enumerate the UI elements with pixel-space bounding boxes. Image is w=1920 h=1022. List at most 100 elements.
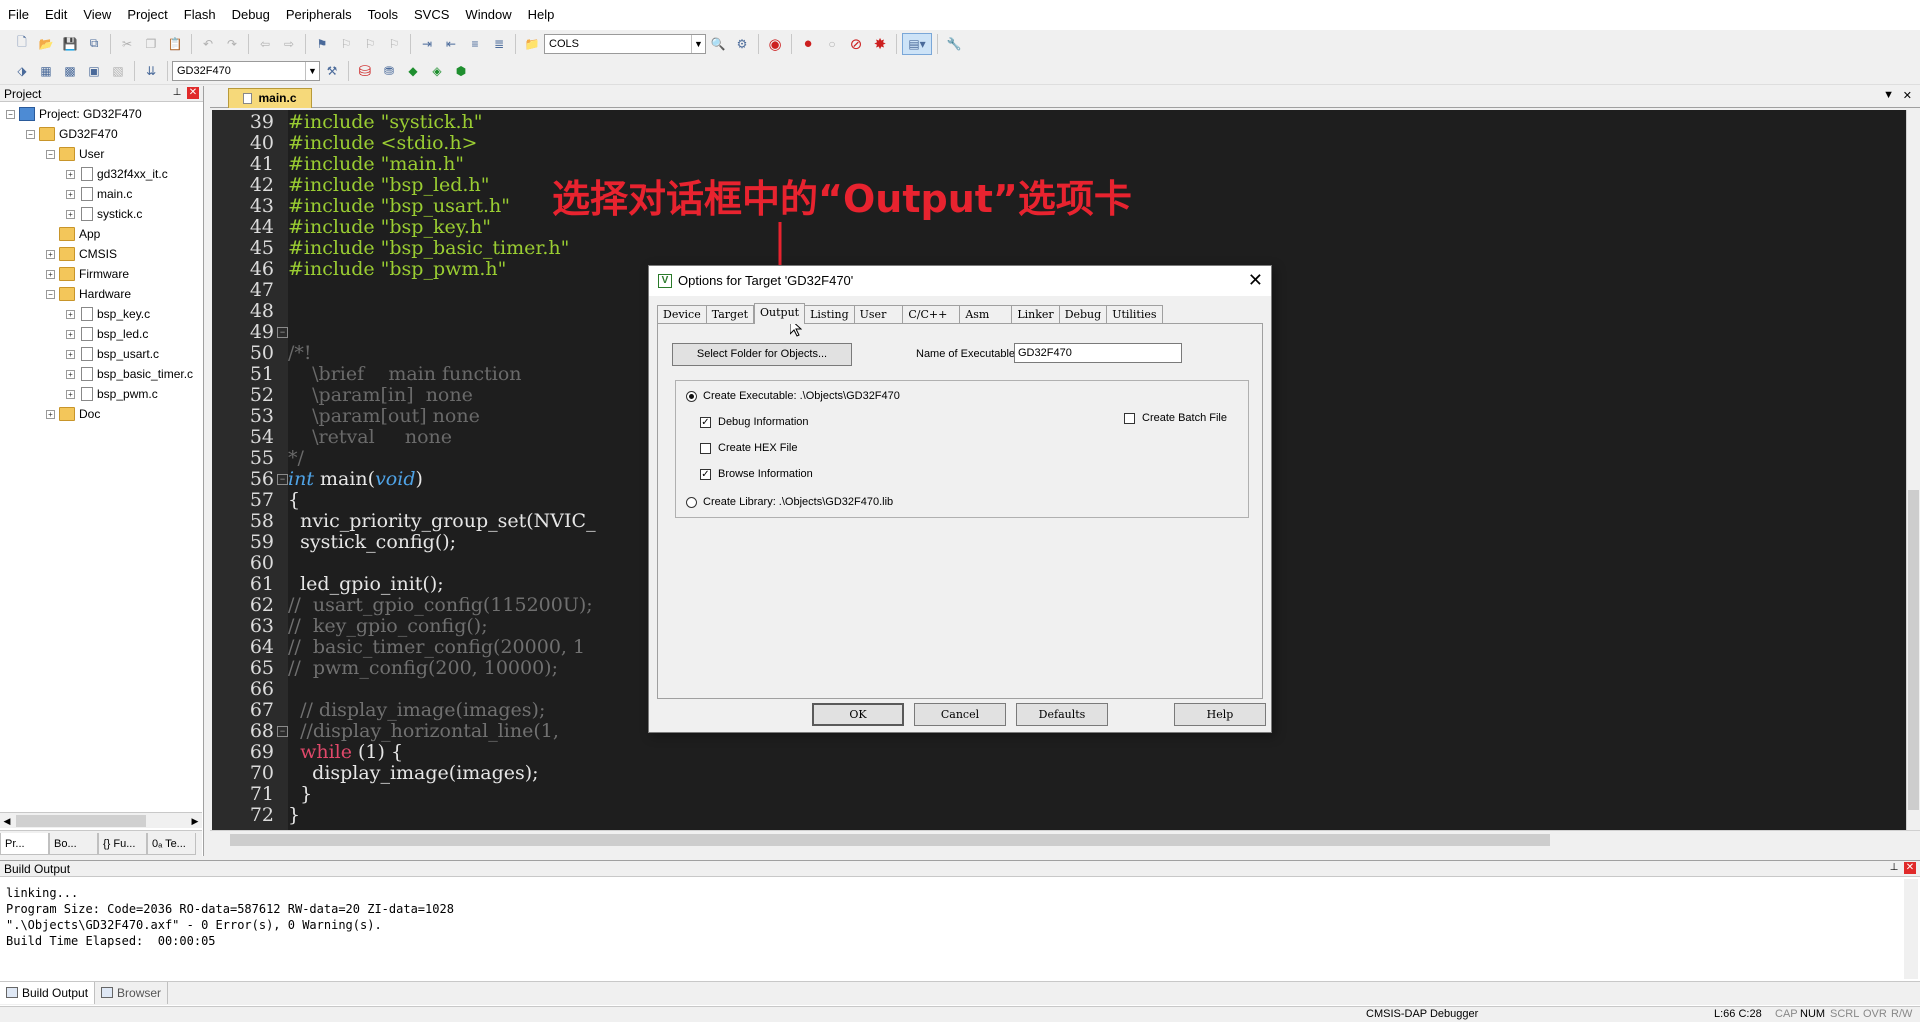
- scroll-thumb[interactable]: [230, 834, 1550, 846]
- download-icon[interactable]: ⇊: [140, 60, 162, 82]
- project-horizontal-scrollbar[interactable]: ◀ ▶: [0, 812, 202, 828]
- tab-project[interactable]: Pr...: [0, 833, 49, 855]
- next-bookmark-icon[interactable]: ⚐: [359, 33, 381, 55]
- expand-icon[interactable]: +: [46, 269, 55, 279]
- save-all-icon[interactable]: ⧉: [83, 33, 105, 55]
- editor-horizontal-scrollbar[interactable]: [210, 830, 1920, 848]
- tab-c-cpp[interactable]: C/C++: [903, 305, 961, 323]
- enable-breakpoint-icon[interactable]: ○: [821, 33, 843, 55]
- target-select[interactable]: GD32F470 ▼: [172, 60, 320, 81]
- save-icon[interactable]: 💾: [59, 33, 81, 55]
- expand-icon[interactable]: +: [66, 309, 75, 319]
- rebuild-icon[interactable]: ▩: [59, 60, 81, 82]
- expand-icon[interactable]: +: [66, 209, 75, 219]
- tree-item-file[interactable]: + gd32f4xx_it.c: [66, 164, 168, 184]
- collapse-icon[interactable]: −: [46, 149, 55, 159]
- find-in-files-icon[interactable]: 📁: [521, 33, 543, 55]
- create-library-radio[interactable]: [686, 496, 697, 508]
- nav-forward-icon[interactable]: ⇨: [278, 33, 300, 55]
- create-executable-radio[interactable]: [686, 390, 697, 402]
- create-hex-file-checkbox[interactable]: [700, 442, 711, 454]
- collapse-icon[interactable]: −: [6, 109, 15, 119]
- expand-icon[interactable]: +: [66, 189, 75, 199]
- build-output-scrollbar[interactable]: [1904, 879, 1918, 979]
- tree-item-target[interactable]: − GD32F470: [26, 124, 118, 144]
- select-packs-icon[interactable]: ◆: [402, 60, 424, 82]
- build-icon[interactable]: ▦: [35, 60, 57, 82]
- tree-item-file[interactable]: + bsp_key.c: [66, 304, 150, 324]
- expand-icon[interactable]: +: [46, 409, 55, 419]
- create-library-option[interactable]: Create Library: .\Objects\GD32F470.lib: [686, 496, 893, 508]
- tab-target[interactable]: Target: [706, 305, 755, 323]
- manage-project-items-icon[interactable]: ⛁: [354, 60, 376, 82]
- debug-information-option[interactable]: ✓ Debug Information: [700, 416, 809, 428]
- create-batch-file-option[interactable]: Create Batch File: [1124, 412, 1227, 424]
- manage-multi-project-icon[interactable]: ⛃: [378, 60, 400, 82]
- tab-listing[interactable]: Listing: [805, 305, 855, 323]
- expand-icon[interactable]: +: [66, 389, 75, 399]
- collapse-icon[interactable]: −: [46, 289, 55, 299]
- menu-tools[interactable]: Tools: [360, 0, 406, 30]
- tab-device[interactable]: Device: [657, 305, 707, 323]
- build-output-log[interactable]: linking... Program Size: Code=2036 RO-dat…: [6, 885, 454, 949]
- tab-debug[interactable]: Debug: [1059, 305, 1108, 323]
- nav-back-icon[interactable]: ⇦: [254, 33, 276, 55]
- window-layout-icon[interactable]: ▤▾: [902, 32, 932, 55]
- configure-icon[interactable]: 🔧: [943, 33, 965, 55]
- close-icon[interactable]: ✕: [1248, 270, 1263, 290]
- find-icon[interactable]: 🔍: [707, 33, 729, 55]
- close-icon[interactable]: ✕: [1903, 89, 1912, 102]
- copy-icon[interactable]: ❐: [140, 33, 162, 55]
- debug-information-checkbox[interactable]: ✓: [700, 416, 711, 428]
- run-time-environment-icon[interactable]: ⬢: [450, 60, 472, 82]
- tab-books[interactable]: Bo...: [49, 833, 98, 855]
- dialog-title-bar[interactable]: V Options for Target 'GD32F470' ✕: [649, 266, 1271, 296]
- undo-icon[interactable]: ↶: [197, 33, 219, 55]
- find-combo[interactable]: COLS ▼: [544, 33, 706, 54]
- menu-flash[interactable]: Flash: [176, 0, 224, 30]
- menu-file[interactable]: File: [0, 0, 37, 30]
- tab-linker[interactable]: Linker: [1012, 305, 1060, 323]
- target-options-icon[interactable]: ⚒: [321, 60, 343, 82]
- tab-asm[interactable]: Asm: [960, 305, 1013, 323]
- batch-build-icon[interactable]: ▣: [83, 60, 105, 82]
- expand-icon[interactable]: +: [66, 369, 75, 379]
- menu-window[interactable]: Window: [457, 0, 519, 30]
- tab-user[interactable]: User: [854, 305, 904, 323]
- close-icon[interactable]: ✕: [187, 87, 199, 99]
- close-icon[interactable]: ✕: [1904, 862, 1916, 874]
- menu-help[interactable]: Help: [520, 0, 563, 30]
- expand-icon[interactable]: +: [66, 349, 75, 359]
- collapse-icon[interactable]: −: [26, 129, 35, 139]
- tab-browser[interactable]: Browser: [95, 982, 169, 1004]
- paste-icon[interactable]: 📋: [164, 33, 186, 55]
- translate-icon[interactable]: ⬗: [11, 60, 33, 82]
- menu-svcs[interactable]: SVCS: [406, 0, 457, 30]
- expand-icon[interactable]: +: [66, 169, 75, 179]
- tab-list-icon[interactable]: ▼: [1883, 89, 1894, 101]
- create-batch-file-checkbox[interactable]: [1124, 412, 1135, 424]
- scroll-thumb[interactable]: [16, 815, 146, 827]
- tree-item-file[interactable]: + bsp_pwm.c: [66, 384, 158, 404]
- disable-breakpoints-icon[interactable]: ⊘: [845, 33, 867, 55]
- menu-edit[interactable]: Edit: [37, 0, 75, 30]
- tree-item-project[interactable]: − Project: GD32F470: [6, 104, 142, 124]
- fold-toggle-icon[interactable]: −: [277, 726, 288, 737]
- tree-item-firmware[interactable]: + Firmware: [46, 264, 129, 284]
- tree-item-cmsis[interactable]: + CMSIS: [46, 244, 117, 264]
- menu-peripherals[interactable]: Peripherals: [278, 0, 360, 30]
- browse-information-option[interactable]: ✓ Browse Information: [700, 468, 813, 480]
- scroll-right-icon[interactable]: ▶: [188, 813, 202, 829]
- expand-icon[interactable]: +: [66, 329, 75, 339]
- fold-toggle-icon[interactable]: −: [277, 327, 288, 338]
- pin-icon[interactable]: ⊥: [1888, 862, 1900, 874]
- ok-button[interactable]: OK: [812, 703, 904, 726]
- tree-item-file[interactable]: + bsp_usart.c: [66, 344, 159, 364]
- incremental-find-icon[interactable]: ⚙: [731, 33, 753, 55]
- tab-output[interactable]: Output: [754, 303, 806, 324]
- insert-breakpoint-icon[interactable]: ●: [797, 33, 819, 55]
- menu-debug[interactable]: Debug: [224, 0, 278, 30]
- unindent-icon[interactable]: ⇤: [440, 33, 462, 55]
- cancel-button[interactable]: Cancel: [914, 703, 1006, 726]
- defaults-button[interactable]: Defaults: [1016, 703, 1108, 726]
